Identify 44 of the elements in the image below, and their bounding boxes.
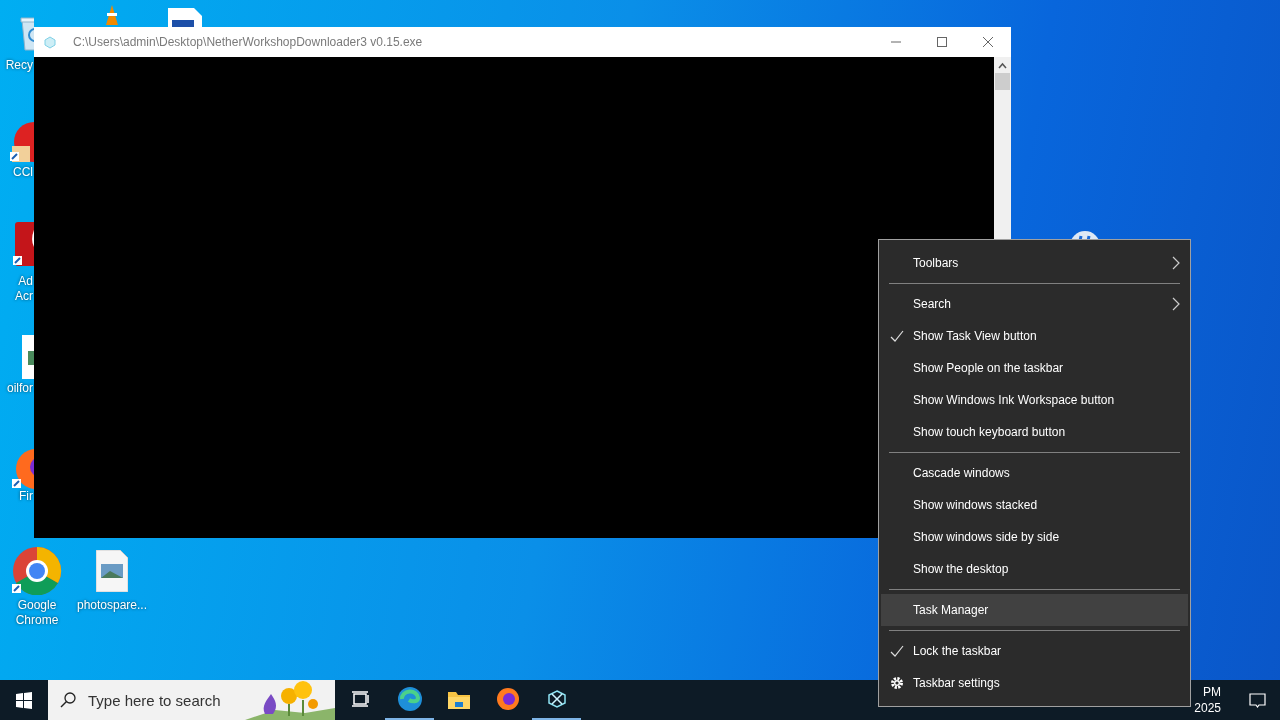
menu-item[interactable]: Show windows side by side [881,521,1188,553]
swirl-browser-icon [396,686,423,712]
app-icon [44,35,56,49]
menu-item[interactable]: Task Manager [881,594,1188,626]
menu-item[interactable]: Lock the taskbar [881,635,1188,667]
window-title: C:\Users\admin\Desktop\NetherWorkshopDownloader3 v0.15.exe [73,34,423,51]
speech-bubble-icon [1248,692,1266,708]
scroll-thumb[interactable] [995,73,1010,90]
icon-label: CCl [12,165,33,180]
menu-item[interactable]: Show Windows Ink Workspace button [881,384,1188,416]
icon-label: oilfor [6,381,33,396]
fox-browser-icon [495,687,520,711]
windows-logo-icon [16,691,32,709]
menu-item[interactable]: Show Task View button [881,320,1188,352]
menu-item[interactable]: Show touch keyboard button [881,416,1188,448]
clock[interactable]: PM 2025 [1194,680,1221,720]
search-icon [60,692,76,708]
icon-label: Recy [4,58,33,73]
icon-label: Fir [18,489,33,504]
menu-item[interactable]: Search [881,288,1188,320]
hexagon-app-icon [547,690,566,708]
clock-date: 2025 [1194,700,1221,716]
menu-item[interactable]: Taskbar settings [881,667,1188,699]
menu-item[interactable]: Show the desktop [881,553,1188,585]
pdf-app-icon [13,222,34,268]
browser-icon [12,547,62,595]
menu-item[interactable]: Toolbars [881,247,1188,279]
menu-item[interactable]: Show People on the taskbar [881,352,1188,384]
search-box[interactable]: Type here to search [48,680,335,720]
image-file-icon [96,550,128,592]
chevron-right-icon [1172,256,1180,270]
menu-item[interactable]: Show windows stacked [881,489,1188,521]
clock-time: PM [1203,684,1221,700]
gear-icon [890,676,904,690]
chevron-right-icon [1172,297,1180,311]
image-file-icon [20,335,34,379]
icon-label: Google Chrome [14,598,60,628]
scroll-up-icon [998,62,1007,70]
maximize-icon [937,37,947,47]
icon-label: photospare... [75,598,149,613]
task-view-icon [351,691,370,707]
close-icon [983,37,993,47]
menu-item[interactable]: Cascade windows [881,457,1188,489]
icon-label: Ad Acr [14,274,33,304]
